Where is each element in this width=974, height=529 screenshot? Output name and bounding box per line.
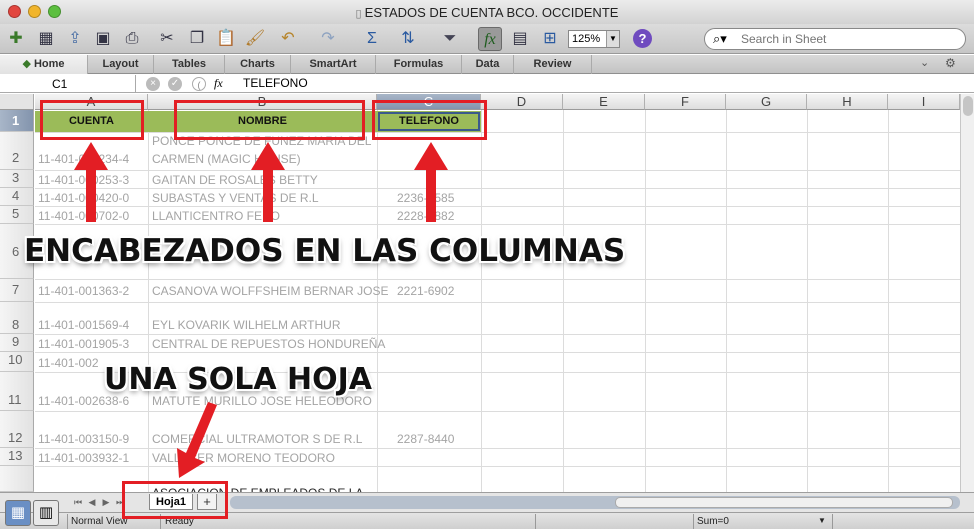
excel-window: ▯ ESTADOS DE CUENTA BCO. OCCIDENTE ✚ ▦ ⇪… (0, 0, 974, 529)
annotation-columns: ENCABEZADOS EN LAS COLUMNAS (24, 233, 626, 269)
arrow-icon (177, 402, 217, 478)
annotation-sheet: UNA SOLA HOJA (104, 362, 373, 397)
arrow-icon (251, 142, 285, 222)
arrow-icon (414, 142, 448, 222)
arrow-icon (74, 142, 108, 222)
